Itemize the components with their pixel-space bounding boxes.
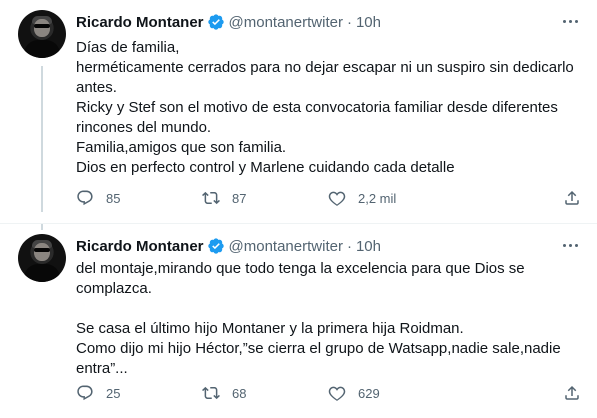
like-button[interactable]: 2,2 mil: [328, 189, 396, 207]
separator-dot: ·: [346, 237, 352, 255]
timestamp[interactable]: 10h: [356, 238, 381, 255]
tweet-header: Ricardo Montaner @montanertwiter · 10h: [76, 11, 557, 33]
thread-connector-line: [41, 66, 43, 212]
tweet-text-line: Dios en perfecto control y Marlene cuida…: [76, 159, 455, 176]
retweet-icon: [202, 386, 220, 400]
tweet-text-line: Se casa el último hijo Montaner y la pri…: [76, 320, 464, 337]
tweet-text-line: complazca.: [76, 280, 152, 297]
tweet-text-line: antes.: [76, 79, 117, 96]
author-handle[interactable]: @montanertwiter: [229, 238, 343, 255]
retweet-button[interactable]: 68: [202, 384, 246, 402]
tweet-text: del montaje,mirando que todo tenga la ex…: [76, 259, 583, 379]
tweet-actions: 25 68 629: [76, 384, 581, 406]
retweet-button[interactable]: 87: [202, 189, 246, 207]
author-name[interactable]: Ricardo Montaner: [76, 238, 204, 255]
more-options-icon[interactable]: [561, 235, 581, 255]
separator-dot: ·: [346, 13, 352, 31]
tweet-header: Ricardo Montaner @montanertwiter · 10h: [76, 235, 557, 257]
tweet-text-line: herméticamente cerrados para no dejar es…: [76, 59, 574, 76]
verified-badge-icon: [207, 14, 224, 30]
reply-count: 25: [106, 385, 121, 401]
tweet-text-line: Familia,amigos que son familia.: [76, 139, 287, 156]
retweet-count: 68: [232, 385, 247, 401]
heart-icon: [328, 386, 346, 401]
reply-count: 85: [106, 190, 121, 206]
tweet-text-line: Ricky y Stef son el motivo de esta convo…: [76, 99, 558, 116]
share-button[interactable]: [563, 384, 581, 402]
share-icon: [565, 190, 579, 205]
avatar[interactable]: [18, 234, 66, 282]
author-name[interactable]: Ricardo Montaner: [76, 14, 204, 31]
thread-connector-line: [41, 224, 43, 230]
tweet[interactable]: Ricardo Montaner @montanertwiter · 10h D…: [0, 0, 597, 224]
share-icon: [565, 385, 579, 400]
reply-icon: [77, 190, 93, 206]
reply-icon: [77, 385, 93, 401]
avatar[interactable]: [18, 10, 66, 58]
tweet-text-line: Como dijo mi hijo Héctor,”se cierra el g…: [76, 340, 561, 357]
more-options-icon[interactable]: [561, 11, 581, 31]
author-handle[interactable]: @montanertwiter: [229, 14, 343, 31]
heart-icon: [328, 191, 346, 206]
tweet-text-line: rincones del mundo.: [76, 119, 212, 136]
reply-button[interactable]: 25: [76, 384, 120, 402]
like-count: 2,2 mil: [358, 190, 397, 206]
verified-badge-icon: [207, 238, 224, 254]
retweet-icon: [202, 191, 220, 205]
tweet-text-line: Días de familia,: [76, 39, 180, 56]
tweet-text: Días de familia, herméticamente cerrados…: [76, 38, 583, 178]
retweet-count: 87: [232, 190, 247, 206]
timestamp[interactable]: 10h: [356, 14, 381, 31]
tweet-actions: 85 87 2,2 mil: [76, 189, 581, 211]
reply-button[interactable]: 85: [76, 189, 120, 207]
tweet[interactable]: Ricardo Montaner @montanertwiter · 10h d…: [0, 224, 597, 418]
share-button[interactable]: [563, 189, 581, 207]
like-button[interactable]: 629: [328, 384, 380, 402]
like-count: 629: [358, 385, 380, 401]
tweet-text-line: entra”...: [76, 360, 128, 377]
tweet-text-line: del montaje,mirando que todo tenga la ex…: [76, 260, 525, 277]
